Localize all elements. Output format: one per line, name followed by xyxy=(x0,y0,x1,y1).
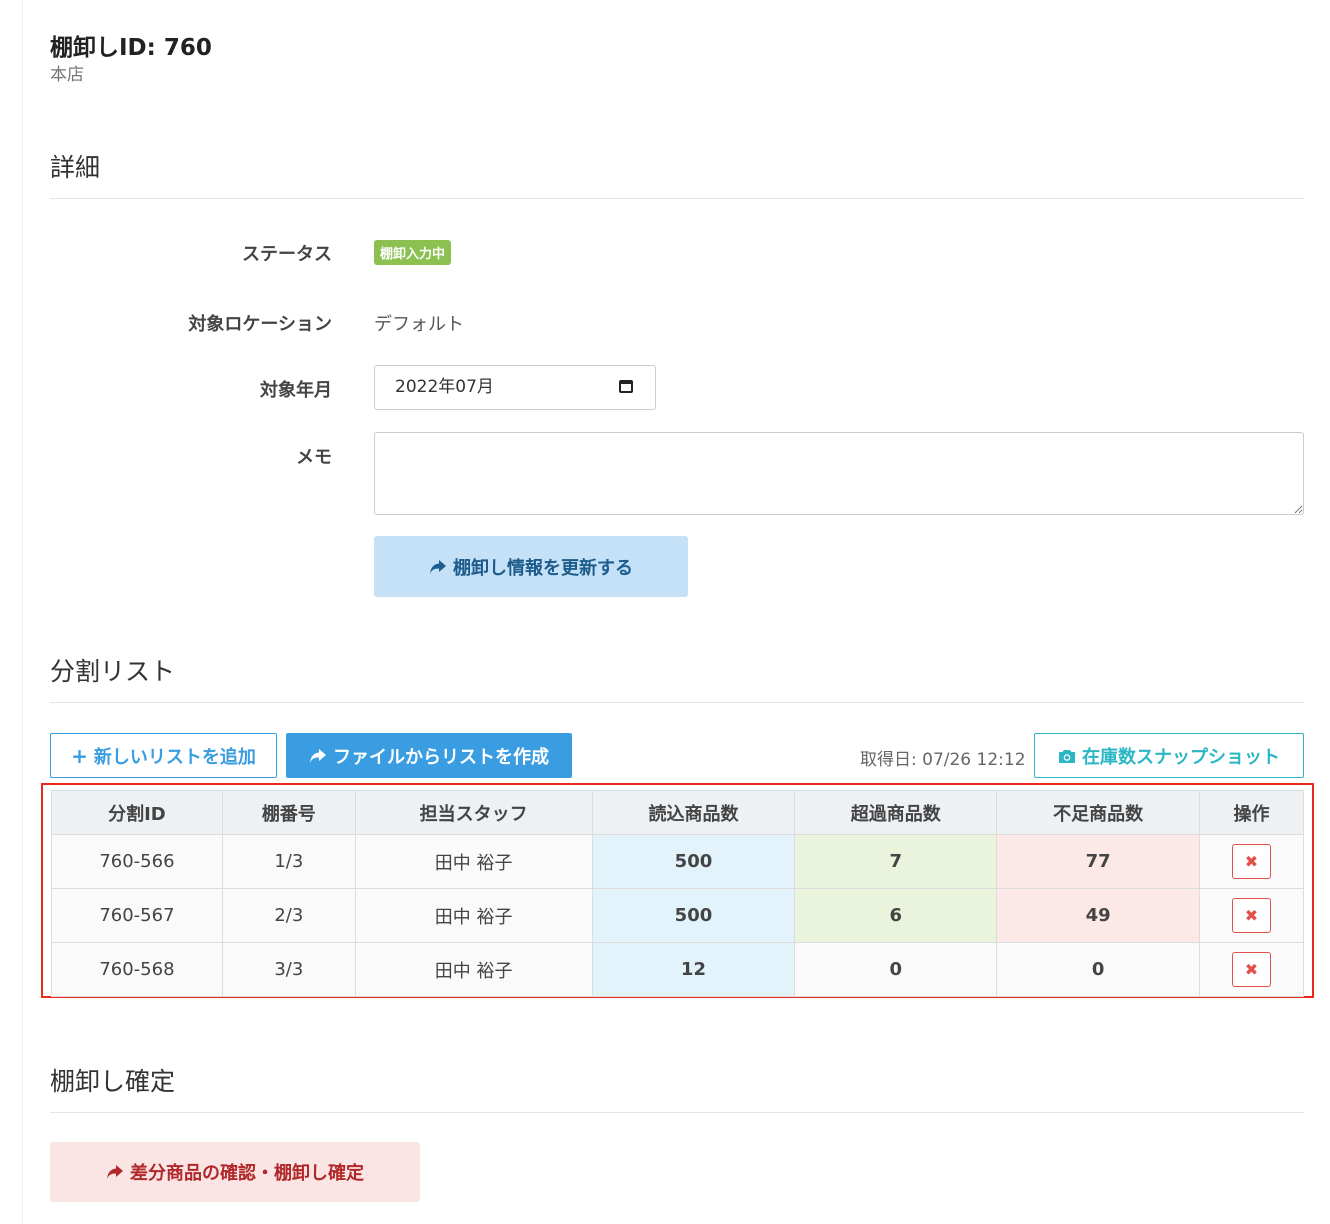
share-icon xyxy=(430,559,446,574)
create-from-file-label: ファイルからリストを作成 xyxy=(333,746,549,768)
location-label: 対象ロケーション xyxy=(188,314,332,335)
column-header: 操作 xyxy=(1199,790,1304,835)
table-row: 760-566 1/3 田中 裕子 500 7 77 ✖ xyxy=(51,834,1304,889)
details-heading: 詳細 xyxy=(50,148,1304,199)
month-input[interactable]: 2022年07月 xyxy=(374,365,656,410)
short-count-cell: 49 xyxy=(996,888,1201,943)
read-count-cell: 500 xyxy=(591,834,796,889)
camera-icon xyxy=(1059,749,1075,763)
read-count-cell: 12 xyxy=(591,942,796,997)
table-row: 760-567 2/3 田中 裕子 500 6 49 ✖ xyxy=(51,888,1304,943)
delete-icon[interactable]: ✖ xyxy=(1232,844,1271,879)
split-id-link[interactable]: 760-567 xyxy=(51,888,223,943)
split-list-heading: 分割リスト xyxy=(50,652,1304,703)
plus-icon: + xyxy=(71,743,88,768)
fetch-date: 取得日: 07/26 12:12 xyxy=(860,750,1026,770)
month-value: 2022年07月 xyxy=(395,377,494,397)
column-header: 不足商品数 xyxy=(996,790,1201,835)
column-header: 読込商品数 xyxy=(591,790,796,835)
update-inventory-button[interactable]: 棚卸し情報を更新する xyxy=(374,536,688,597)
status-label: ステータス xyxy=(242,244,332,265)
confirm-inventory-label: 差分商品の確認・棚卸し確定 xyxy=(130,1163,364,1184)
memo-textarea[interactable] xyxy=(374,432,1304,515)
column-header: 担当スタッフ xyxy=(354,790,593,835)
confirm-heading: 棚卸し確定 xyxy=(50,1062,1304,1113)
stock-snapshot-label: 在庫数スナップショット xyxy=(1082,746,1280,768)
delete-icon[interactable]: ✖ xyxy=(1232,952,1271,987)
over-count-cell: 6 xyxy=(794,888,998,943)
staff-cell: 田中 裕子 xyxy=(354,888,593,943)
calendar-icon[interactable] xyxy=(619,380,633,393)
share-icon xyxy=(107,1165,123,1179)
stock-snapshot-button[interactable]: 在庫数スナップショット xyxy=(1034,733,1304,778)
page-title: 棚卸しID: 760 xyxy=(50,35,212,61)
month-label: 対象年月 xyxy=(260,380,332,401)
split-id-link[interactable]: 760-566 xyxy=(51,834,223,889)
split-list-table-highlight: 分割ID 棚番号 担当スタッフ 読込商品数 超過商品数 不足商品数 操作 760… xyxy=(41,783,1314,998)
confirm-inventory-button[interactable]: 差分商品の確認・棚卸し確定 xyxy=(50,1142,420,1202)
actions-cell: ✖ xyxy=(1199,834,1304,889)
table-header-row: 分割ID 棚番号 担当スタッフ 読込商品数 超過商品数 不足商品数 操作 xyxy=(51,790,1304,835)
page: 棚卸しID: 760 本店 詳細 ステータス 棚卸入力中 対象ロケーション デフ… xyxy=(22,0,1330,1224)
store-name: 本店 xyxy=(50,65,84,85)
split-id-link[interactable]: 760-568 xyxy=(51,942,223,997)
over-count-cell: 0 xyxy=(794,942,998,997)
memo-label: メモ xyxy=(296,447,332,468)
add-list-label: 新しいリストを追加 xyxy=(93,746,256,768)
update-inventory-label: 棚卸し情報を更新する xyxy=(453,557,633,579)
column-header: 超過商品数 xyxy=(794,790,998,835)
status-badge: 棚卸入力中 xyxy=(374,240,452,265)
shelf-cell: 3/3 xyxy=(221,942,356,997)
read-count-cell: 500 xyxy=(591,888,796,943)
column-header: 分割ID xyxy=(51,790,223,835)
actions-cell: ✖ xyxy=(1199,888,1304,943)
create-from-file-button[interactable]: ファイルからリストを作成 xyxy=(286,733,572,778)
staff-cell: 田中 裕子 xyxy=(354,942,593,997)
table-row: 760-568 3/3 田中 裕子 12 0 0 ✖ xyxy=(51,942,1304,997)
over-count-cell: 7 xyxy=(794,834,998,889)
add-list-button[interactable]: + 新しいリストを追加 xyxy=(50,733,277,778)
split-list-table: 分割ID 棚番号 担当スタッフ 読込商品数 超過商品数 不足商品数 操作 760… xyxy=(51,790,1304,997)
shelf-cell: 1/3 xyxy=(221,834,356,889)
staff-cell: 田中 裕子 xyxy=(354,834,593,889)
share-icon xyxy=(310,748,326,763)
column-header: 棚番号 xyxy=(221,790,356,835)
location-value: デフォルト xyxy=(374,314,464,335)
delete-icon[interactable]: ✖ xyxy=(1232,898,1271,933)
actions-cell: ✖ xyxy=(1199,942,1304,997)
short-count-cell: 0 xyxy=(996,942,1201,997)
shelf-cell: 2/3 xyxy=(221,888,356,943)
short-count-cell: 77 xyxy=(996,834,1201,889)
